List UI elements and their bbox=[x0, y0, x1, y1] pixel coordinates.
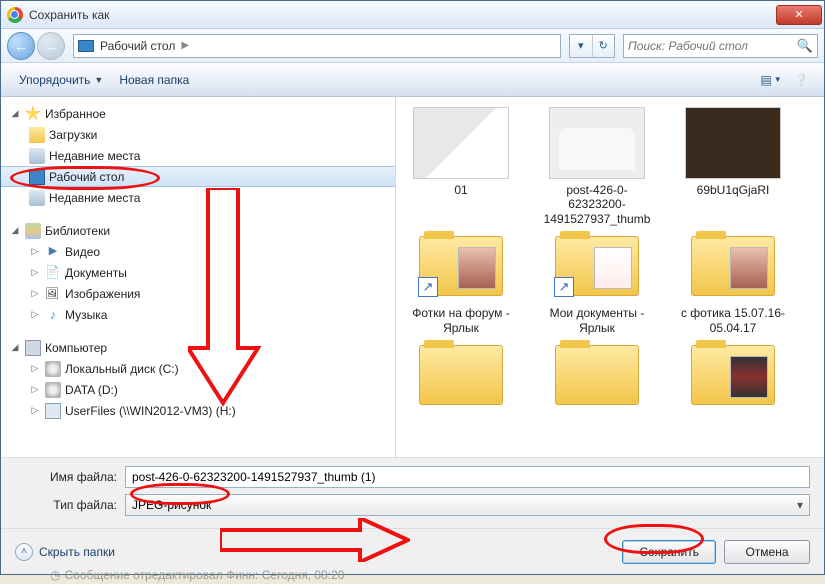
file-item[interactable]: с фотика 15.07.16-05.04.17 bbox=[674, 230, 792, 335]
close-button[interactable]: ✕ bbox=[776, 5, 822, 25]
back-button[interactable]: ← bbox=[7, 32, 35, 60]
file-item[interactable]: post-426-0-62323200-1491527937_thumb bbox=[538, 107, 656, 226]
thumbnail bbox=[685, 230, 781, 302]
tree-downloads[interactable]: Загрузки bbox=[1, 124, 395, 145]
save-as-dialog: Сохранить как ✕ ← → Рабочий стол ▶ ▾ ↻ 🔍… bbox=[0, 0, 825, 575]
new-folder-button[interactable]: Новая папка bbox=[111, 69, 197, 91]
view-button[interactable]: ▤▼ bbox=[758, 69, 784, 91]
thumbnail: ↗ bbox=[549, 230, 645, 302]
doc-icon bbox=[45, 265, 61, 281]
file-item[interactable] bbox=[674, 339, 792, 415]
disk-icon bbox=[45, 382, 61, 398]
pictures-icon bbox=[45, 286, 61, 302]
tree-favorites[interactable]: ◢Избранное bbox=[1, 103, 395, 124]
toolbar: Упорядочить ▼ Новая папка ▤▼ ❔ bbox=[1, 63, 824, 97]
organize-button[interactable]: Упорядочить ▼ bbox=[11, 69, 111, 91]
refresh-group: ▾ ↻ bbox=[569, 34, 615, 58]
dropdown-button[interactable]: ▾ bbox=[570, 35, 593, 57]
filename-input[interactable]: post-426-0-62323200-1491527937_thumb (1) bbox=[125, 466, 810, 488]
chevron-right-icon[interactable]: ▶ bbox=[181, 40, 189, 51]
file-item[interactable]: ↗ Фотки на форум - Ярлык bbox=[402, 230, 520, 335]
nav-row: ← → Рабочий стол ▶ ▾ ↻ 🔍 bbox=[1, 29, 824, 63]
thumbnail bbox=[685, 339, 781, 411]
item-caption: 69bU1qGjaRI bbox=[697, 183, 770, 197]
chrome-icon bbox=[7, 7, 23, 23]
hide-folders-button[interactable]: ˄ Скрыть папки bbox=[15, 543, 115, 561]
file-item[interactable]: ↗ Мои документы - Ярлык bbox=[538, 230, 656, 335]
titlebar: Сохранить как ✕ bbox=[1, 1, 824, 29]
item-caption: post-426-0-62323200-1491527937_thumb bbox=[538, 183, 656, 226]
new-folder-label: Новая папка bbox=[119, 73, 189, 87]
annotation-arrow-right bbox=[220, 518, 410, 562]
thumbnail bbox=[413, 107, 509, 179]
thumbnail: ↗ bbox=[413, 230, 509, 302]
thumbnail bbox=[549, 107, 645, 179]
video-icon bbox=[45, 244, 61, 260]
search-input[interactable] bbox=[628, 39, 797, 53]
chevron-up-icon: ˄ bbox=[15, 543, 33, 561]
file-item[interactable] bbox=[402, 339, 520, 415]
star-icon bbox=[25, 106, 41, 122]
page-status-line: ◷ Сообщение отредактировал Финн: Сегодня… bbox=[50, 568, 344, 582]
file-item[interactable] bbox=[538, 339, 656, 415]
cancel-button[interactable]: Отмена bbox=[724, 540, 810, 564]
desktop-icon bbox=[78, 40, 94, 52]
annotation-arrow-down bbox=[188, 188, 268, 408]
refresh-button[interactable]: ↻ bbox=[593, 35, 615, 57]
window-title: Сохранить как bbox=[29, 8, 109, 22]
clock-icon: ◷ bbox=[50, 568, 60, 582]
item-caption: 01 bbox=[454, 183, 467, 197]
forward-button[interactable]: → bbox=[37, 32, 65, 60]
thumbnail bbox=[413, 339, 509, 411]
file-item[interactable]: 01 bbox=[402, 107, 520, 226]
recent-icon bbox=[29, 190, 45, 206]
item-caption: с фотика 15.07.16-05.04.17 bbox=[674, 306, 792, 335]
thumbnail bbox=[685, 107, 781, 179]
recent-icon bbox=[29, 148, 45, 164]
chevron-down-icon: ▼ bbox=[94, 75, 103, 85]
thumbnail bbox=[549, 339, 645, 411]
item-caption: Мои документы - Ярлык bbox=[538, 306, 656, 335]
save-button[interactable]: Сохранить bbox=[622, 540, 716, 564]
address-bar[interactable]: Рабочий стол ▶ bbox=[73, 34, 561, 58]
network-drive-icon bbox=[45, 403, 61, 419]
organize-label: Упорядочить bbox=[19, 73, 90, 87]
desktop-icon bbox=[29, 169, 45, 185]
item-caption: Фотки на форум - Ярлык bbox=[402, 306, 520, 335]
filename-label: Имя файла: bbox=[15, 470, 125, 484]
filetype-label: Тип файла: bbox=[15, 498, 125, 512]
libraries-icon bbox=[25, 223, 41, 239]
computer-icon bbox=[25, 340, 41, 356]
tree-desktop[interactable]: Рабочий стол bbox=[1, 166, 395, 187]
tree-recent-1[interactable]: Недавние места bbox=[1, 145, 395, 166]
filetype-select[interactable]: JPEG-рисунок bbox=[125, 494, 810, 516]
fields-area: Имя файла: post-426-0-62323200-149152793… bbox=[1, 457, 824, 528]
breadcrumb: Рабочий стол bbox=[100, 39, 175, 53]
music-icon bbox=[45, 307, 61, 323]
file-item[interactable]: 69bU1qGjaRI bbox=[674, 107, 792, 226]
search-icon: 🔍 bbox=[797, 38, 813, 54]
folder-icon bbox=[29, 127, 45, 143]
help-button[interactable]: ❔ bbox=[788, 69, 814, 91]
content-pane[interactable]: 01 post-426-0-62323200-1491527937_thumb 69… bbox=[396, 97, 824, 457]
search-box[interactable]: 🔍 bbox=[623, 34, 818, 58]
disk-icon bbox=[45, 361, 61, 377]
